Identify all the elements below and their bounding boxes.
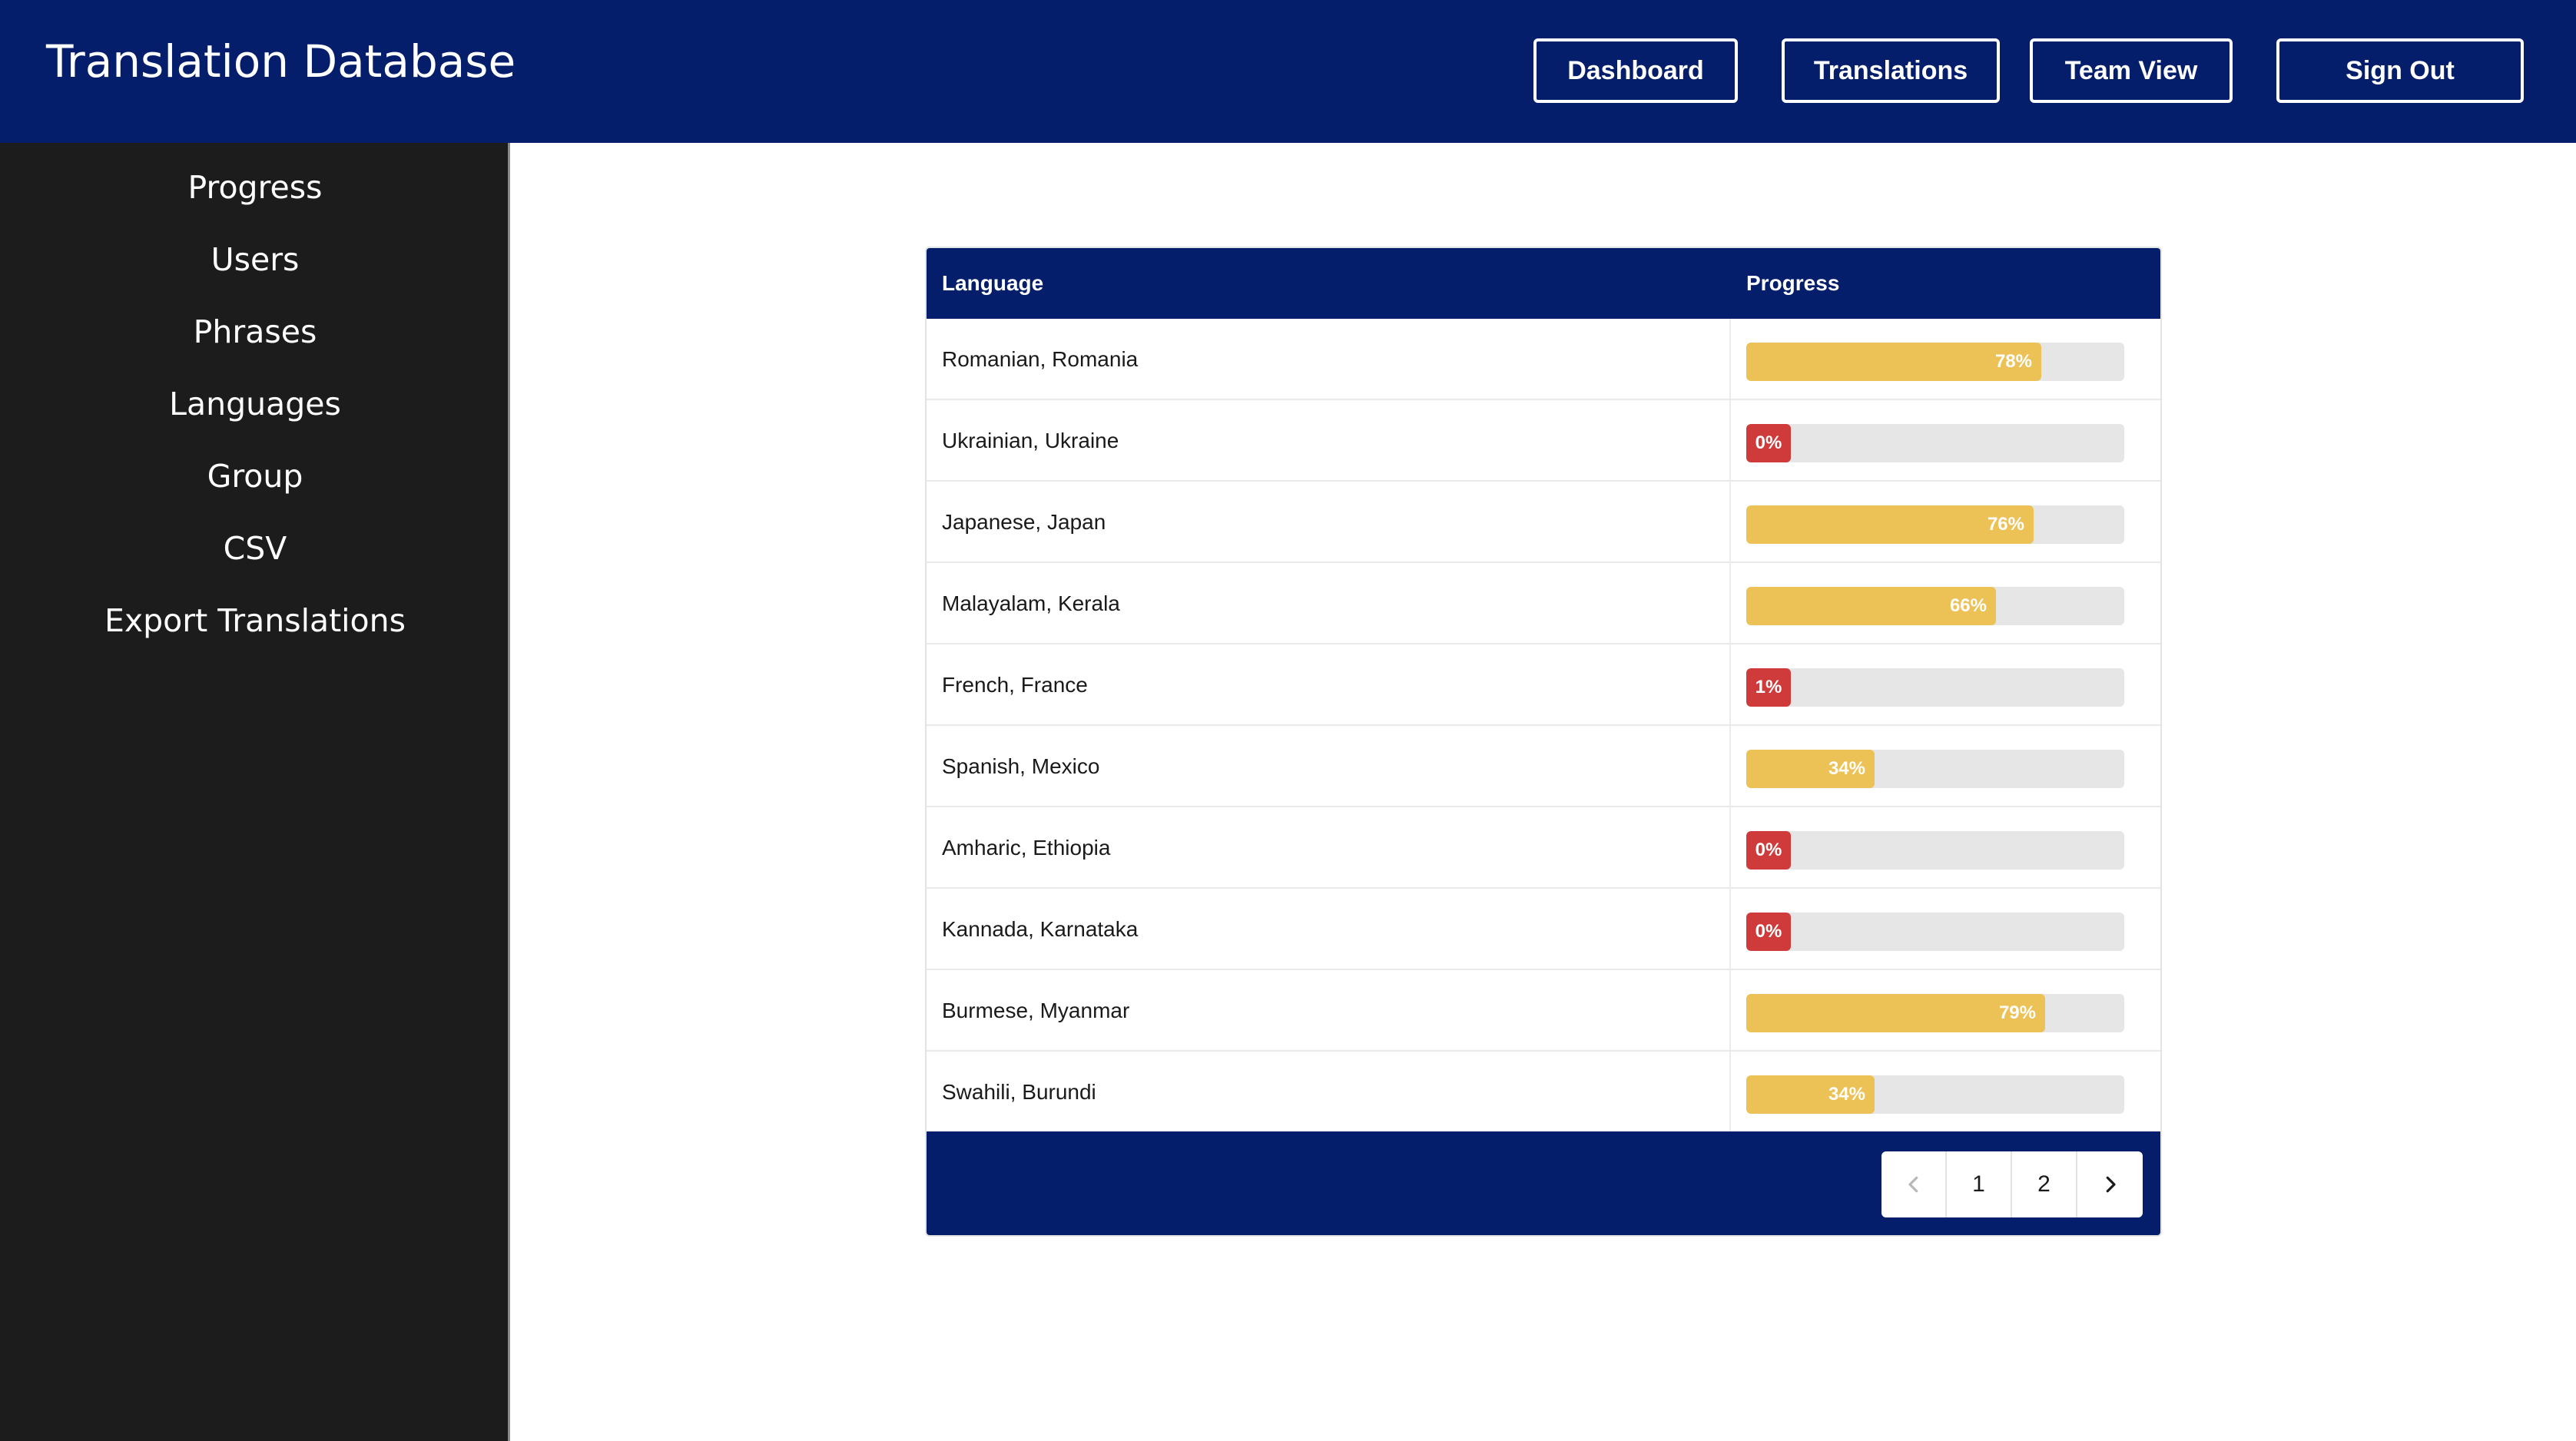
team-view-button[interactable]: Team View xyxy=(2030,38,2233,103)
prev-page-button[interactable] xyxy=(1881,1151,1947,1217)
progress-bar: 0% xyxy=(1746,424,2124,462)
progress-bar-fill: 34% xyxy=(1746,1075,1875,1114)
progress-bar: 79% xyxy=(1746,994,2124,1032)
sidebar-item-users[interactable]: Users xyxy=(0,229,510,290)
table-row: Spanish, Mexico 34% xyxy=(927,726,2160,807)
column-divider xyxy=(1729,644,1731,724)
progress-bar: 1% xyxy=(1746,668,2124,707)
progress-bar-fill: 0% xyxy=(1746,913,1791,951)
sidebar-item-group[interactable]: Group xyxy=(0,446,510,507)
column-header-progress: Progress xyxy=(1746,271,1840,295)
table-row: Amharic, Ethiopia 0% xyxy=(927,807,2160,889)
table-row: French, France 1% xyxy=(927,644,2160,726)
progress-bar-fill: 66% xyxy=(1746,587,1996,625)
dashboard-button[interactable]: Dashboard xyxy=(1533,38,1738,103)
translations-button[interactable]: Translations xyxy=(1782,38,2000,103)
sidebar: Progress Users Phrases Languages Group C… xyxy=(0,143,510,1441)
sidebar-item-csv[interactable]: CSV xyxy=(0,518,510,579)
column-divider xyxy=(1729,1052,1731,1131)
column-header-language: Language xyxy=(942,271,1044,295)
language-cell: French, France xyxy=(942,673,1088,697)
app-title: Translation Database xyxy=(46,35,516,88)
progress-bar-fill: 1% xyxy=(1746,668,1791,707)
language-cell: Malayalam, Kerala xyxy=(942,591,1120,615)
chevron-left-icon xyxy=(1908,1176,1918,1193)
progress-bar: 0% xyxy=(1746,831,2124,870)
column-divider xyxy=(1729,970,1731,1050)
table-row: Japanese, Japan 76% xyxy=(927,482,2160,563)
sidebar-item-export-translations[interactable]: Export Translations xyxy=(0,590,510,651)
progress-bar: 34% xyxy=(1746,750,2124,788)
progress-bar-fill: 79% xyxy=(1746,994,2045,1032)
progress-bar-fill: 34% xyxy=(1746,750,1875,788)
language-cell: Burmese, Myanmar xyxy=(942,999,1130,1022)
sidebar-item-phrases[interactable]: Phrases xyxy=(0,301,510,363)
progress-bar-fill: 78% xyxy=(1746,343,2041,381)
chevron-right-icon xyxy=(2106,1176,2116,1193)
column-divider xyxy=(1729,400,1731,480)
language-cell: Ukrainian, Ukraine xyxy=(942,429,1119,452)
progress-bar: 78% xyxy=(1746,343,2124,381)
progress-bar: 34% xyxy=(1746,1075,2124,1114)
progress-bar-fill: 76% xyxy=(1746,505,2034,544)
language-cell: Spanish, Mexico xyxy=(942,754,1100,778)
pagination: 1 2 xyxy=(1881,1151,2143,1217)
sidebar-item-progress[interactable]: Progress xyxy=(0,157,510,218)
column-divider xyxy=(1729,319,1731,399)
sign-out-button[interactable]: Sign Out xyxy=(2276,38,2524,103)
progress-bar-fill: 0% xyxy=(1746,424,1791,462)
table-row: Kannada, Karnataka 0% xyxy=(927,889,2160,970)
table-row: Romanian, Romania 78% xyxy=(927,319,2160,400)
table-row: Ukrainian, Ukraine 0% xyxy=(927,400,2160,482)
sidebar-item-languages[interactable]: Languages xyxy=(0,373,510,435)
table-row: Malayalam, Kerala 66% xyxy=(927,563,2160,644)
app-header: Translation Database Dashboard Translati… xyxy=(0,0,2576,143)
table-row: Swahili, Burundi 34% xyxy=(927,1052,2160,1133)
language-cell: Amharic, Ethiopia xyxy=(942,836,1111,860)
table-footer: 1 2 xyxy=(927,1131,2160,1235)
language-cell: Kannada, Karnataka xyxy=(942,917,1139,941)
progress-bar: 66% xyxy=(1746,587,2124,625)
language-cell: Japanese, Japan xyxy=(942,510,1106,534)
page-2-button[interactable]: 2 xyxy=(2012,1151,2077,1217)
progress-table: Language Progress Romanian, Romania 78% Uk… xyxy=(925,247,2162,1237)
page-1-button[interactable]: 1 xyxy=(1947,1151,2012,1217)
progress-bar: 0% xyxy=(1746,913,2124,951)
column-divider xyxy=(1729,807,1731,887)
language-cell: Swahili, Burundi xyxy=(942,1080,1096,1104)
column-divider xyxy=(1729,889,1731,969)
column-divider xyxy=(1729,482,1731,561)
progress-bar-fill: 0% xyxy=(1746,831,1791,870)
next-page-button[interactable] xyxy=(2077,1151,2143,1217)
language-cell: Romanian, Romania xyxy=(942,347,1139,371)
progress-bar: 76% xyxy=(1746,505,2124,544)
table-header: Language Progress xyxy=(927,248,2160,319)
table-row: Burmese, Myanmar 79% xyxy=(927,970,2160,1052)
column-divider xyxy=(1729,726,1731,806)
column-divider xyxy=(1729,563,1731,643)
